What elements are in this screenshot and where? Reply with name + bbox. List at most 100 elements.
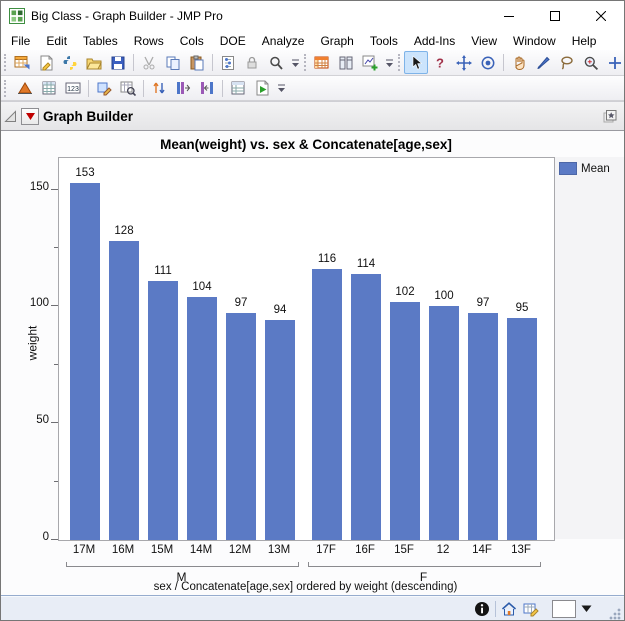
plot-area[interactable]: 15312811110497941161141021009795 bbox=[58, 157, 555, 541]
bar-15M[interactable] bbox=[148, 281, 178, 540]
info-icon[interactable] bbox=[471, 598, 493, 620]
disclosure-triangle-icon[interactable] bbox=[4, 110, 17, 123]
group-label-F[interactable]: F bbox=[308, 570, 539, 584]
window-selector-box[interactable] bbox=[552, 600, 576, 618]
close-button[interactable] bbox=[578, 1, 624, 31]
select-edit-icon[interactable] bbox=[92, 77, 116, 100]
lock-icon[interactable] bbox=[240, 51, 264, 74]
new-journal-icon[interactable] bbox=[34, 51, 58, 74]
bar-16F[interactable] bbox=[351, 274, 381, 540]
menu-view[interactable]: View bbox=[463, 31, 505, 50]
home-icon[interactable] bbox=[498, 598, 520, 620]
star-badge-icon[interactable] bbox=[602, 108, 618, 124]
toolbar-grip[interactable] bbox=[4, 54, 6, 71]
y-major-tick bbox=[51, 305, 58, 306]
menu-bar: FileEditTablesRowsColsDOEAnalyzeGraphToo… bbox=[1, 31, 624, 50]
menu-cols[interactable]: Cols bbox=[172, 31, 212, 50]
cut-icon[interactable] bbox=[137, 51, 161, 74]
bar-17F[interactable] bbox=[312, 269, 342, 540]
bar-value-label: 95 bbox=[498, 302, 546, 314]
title-bar: Big Class - Graph Builder - JMP Pro bbox=[1, 1, 624, 31]
copy-icon[interactable] bbox=[161, 51, 185, 74]
chart-title[interactable]: Mean(weight) vs. sex & Concatenate[age,s… bbox=[1, 137, 611, 152]
bar-16M[interactable] bbox=[109, 241, 139, 540]
menu-analyze[interactable]: Analyze bbox=[254, 31, 313, 50]
run-script-icon[interactable] bbox=[250, 77, 274, 100]
magnifier-tool-icon[interactable] bbox=[579, 51, 603, 74]
new-data-table-icon[interactable] bbox=[10, 51, 34, 74]
toolbar-overflow-icon[interactable] bbox=[288, 51, 302, 74]
bar-12M[interactable] bbox=[226, 313, 256, 540]
format-preferences-icon[interactable] bbox=[216, 51, 240, 74]
paste-icon[interactable] bbox=[185, 51, 209, 74]
open-icon[interactable] bbox=[82, 51, 106, 74]
join-columns-icon[interactable] bbox=[171, 77, 195, 100]
save-icon[interactable] bbox=[106, 51, 130, 74]
group-label-M[interactable]: M bbox=[66, 570, 297, 584]
minimize-button[interactable] bbox=[486, 1, 532, 31]
lasso-tool-icon[interactable] bbox=[555, 51, 579, 74]
sort-columns-icon[interactable] bbox=[147, 77, 171, 100]
table-edit-icon[interactable] bbox=[520, 598, 542, 620]
x-category-label[interactable]: 13F bbox=[497, 544, 545, 556]
menu-help[interactable]: Help bbox=[564, 31, 605, 50]
bar-13M[interactable] bbox=[265, 320, 295, 540]
menu-window[interactable]: Window bbox=[505, 31, 564, 50]
menu-tools[interactable]: Tools bbox=[362, 31, 406, 50]
y-tick-label[interactable]: 0 bbox=[15, 531, 49, 543]
legend-label: Mean bbox=[581, 163, 610, 175]
bar-14F[interactable] bbox=[468, 313, 498, 540]
menu-addins[interactable]: Add-Ins bbox=[406, 31, 463, 50]
split-columns-icon[interactable] bbox=[195, 77, 219, 100]
grabber-tool-icon[interactable] bbox=[507, 51, 531, 74]
maximize-button[interactable] bbox=[532, 1, 578, 31]
table-summary-icon[interactable] bbox=[226, 77, 250, 100]
report-outline-header: Graph Builder bbox=[1, 101, 624, 131]
numeric-format-icon[interactable]: 123 bbox=[61, 77, 85, 100]
statusbar-separator bbox=[495, 601, 496, 617]
bar-15F[interactable] bbox=[390, 302, 420, 540]
y-tick-label[interactable]: 150 bbox=[15, 181, 49, 193]
crosshair-tool-icon[interactable] bbox=[603, 51, 625, 74]
search-icon[interactable] bbox=[264, 51, 288, 74]
toolbar-overflow-icon[interactable] bbox=[274, 77, 288, 100]
menu-edit[interactable]: Edit bbox=[38, 31, 75, 50]
table-search-icon[interactable] bbox=[116, 77, 140, 100]
toolbar-grip[interactable] bbox=[4, 80, 9, 97]
y-axis-label[interactable]: weight bbox=[25, 326, 39, 361]
menu-doe[interactable]: DOE bbox=[212, 31, 254, 50]
bar-value-label: 128 bbox=[100, 225, 148, 237]
menu-tables[interactable]: Tables bbox=[75, 31, 126, 50]
toolbar-overflow-icon[interactable] bbox=[382, 51, 396, 74]
red-triangle-menu-button[interactable] bbox=[21, 108, 39, 125]
bullseye-tool-icon[interactable] bbox=[476, 51, 500, 74]
y-tick-label[interactable]: 100 bbox=[15, 297, 49, 309]
menu-rows[interactable]: Rows bbox=[126, 31, 172, 50]
bar-17M[interactable] bbox=[70, 183, 100, 540]
columns-viewer-icon[interactable] bbox=[334, 51, 358, 74]
y-major-tick bbox=[51, 189, 58, 190]
python-script-icon[interactable] bbox=[58, 51, 82, 74]
y-tick-label[interactable]: 50 bbox=[15, 414, 49, 426]
help-tool-icon[interactable]: ? bbox=[428, 51, 452, 74]
bar-13F[interactable] bbox=[507, 318, 537, 540]
bar-value-label: 114 bbox=[342, 258, 390, 270]
bar-12[interactable] bbox=[429, 306, 459, 540]
move-tool-icon[interactable] bbox=[452, 51, 476, 74]
x-category-label[interactable]: 13M bbox=[255, 544, 303, 556]
legend-item[interactable]: Mean bbox=[559, 162, 624, 175]
tabulate-icon[interactable] bbox=[37, 77, 61, 100]
menu-graph[interactable]: Graph bbox=[312, 31, 361, 50]
report-title[interactable]: Graph Builder bbox=[43, 109, 602, 124]
bar-14M[interactable] bbox=[187, 297, 217, 540]
menu-file[interactable]: File bbox=[3, 31, 38, 50]
data-table-icon[interactable] bbox=[310, 51, 334, 74]
dropdown-triangle-icon[interactable] bbox=[578, 598, 594, 620]
toolbar-grip[interactable] bbox=[398, 54, 400, 71]
resize-grip[interactable] bbox=[608, 607, 622, 621]
distribution-icon[interactable] bbox=[13, 77, 37, 100]
toolbar-grip[interactable] bbox=[304, 54, 306, 71]
new-graph-icon[interactable] bbox=[358, 51, 382, 74]
arrow-tool-icon[interactable] bbox=[404, 51, 428, 74]
brush-tool-icon[interactable] bbox=[531, 51, 555, 74]
